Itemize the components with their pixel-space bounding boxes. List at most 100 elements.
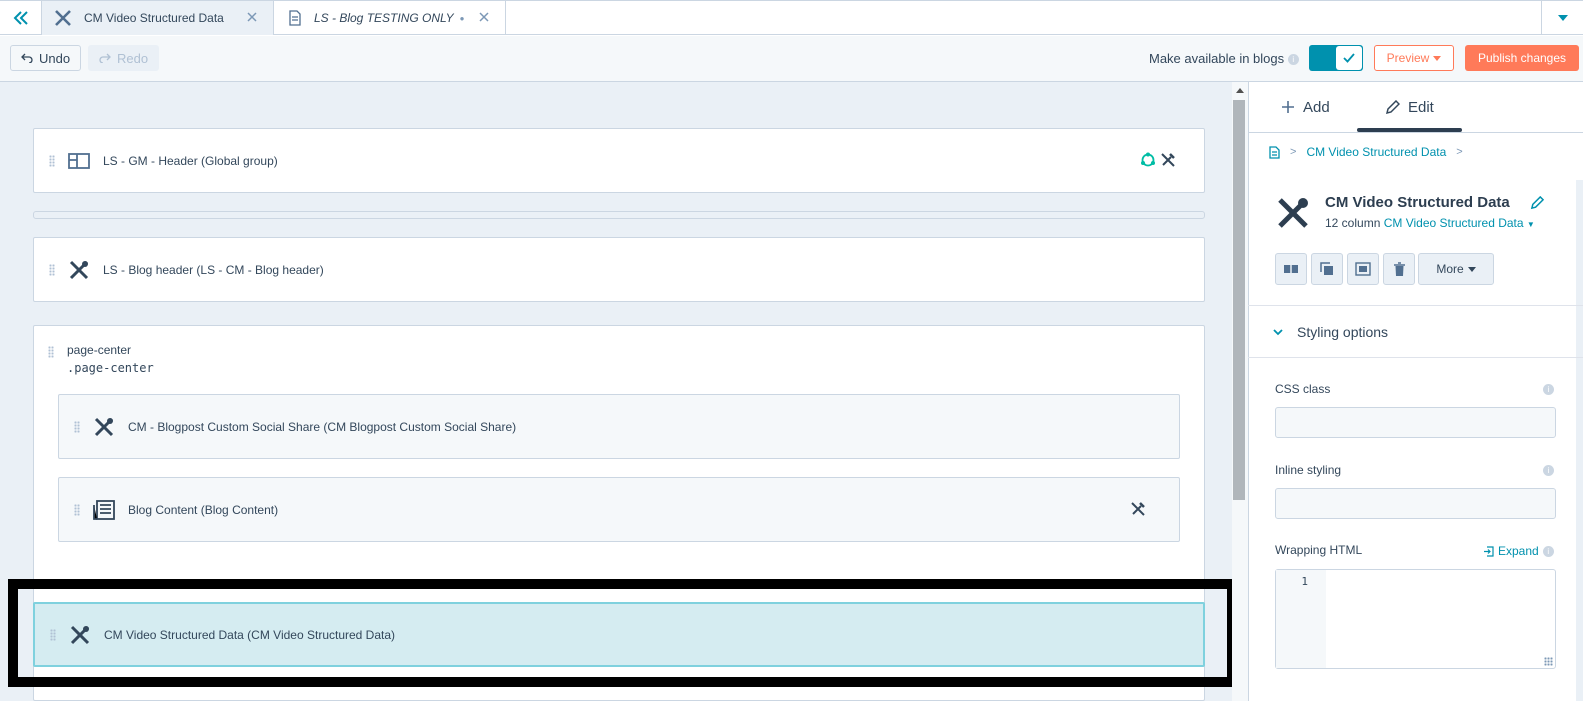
styling-options-toggle[interactable]: Styling options: [1273, 324, 1388, 340]
redo-button[interactable]: Redo: [88, 45, 160, 71]
no-edit-icon: [1161, 153, 1175, 167]
checkmark-icon: [1343, 53, 1355, 63]
breadcrumb-module-link[interactable]: CM Video Structured Data: [1306, 145, 1446, 159]
wrench-screwdriver-icon: [69, 260, 89, 279]
module-cm-blogpost-social-share[interactable]: CM - Blogpost Custom Social Share (CM Bl…: [58, 394, 1180, 459]
wrap-button[interactable]: [1347, 253, 1379, 285]
chevron-down-icon: [1467, 266, 1476, 272]
wrapping-html-label: Wrapping HTML: [1275, 543, 1363, 557]
blog-content-icon: [93, 499, 115, 520]
make-available-toggle[interactable]: [1309, 45, 1363, 71]
wrench-screwdriver-icon: [1278, 198, 1308, 228]
resize-handle-icon[interactable]: [1544, 657, 1553, 666]
unsaved-dot-icon: ●: [459, 13, 465, 23]
column-text: 12 column: [1325, 216, 1381, 230]
chevron-down-icon: [1557, 15, 1568, 21]
publish-label: Publish changes: [1477, 51, 1567, 65]
plus-icon: [1282, 101, 1294, 113]
module-blog-content[interactable]: Blog Content (Blog Content): [58, 477, 1180, 542]
more-label: More: [1436, 262, 1464, 276]
tab-menu-button[interactable]: [1541, 1, 1583, 35]
info-icon[interactable]: i: [1543, 465, 1554, 476]
undo-icon: [21, 53, 33, 63]
delete-button[interactable]: [1383, 253, 1415, 285]
drag-handle-icon[interactable]: [74, 420, 80, 433]
more-dropdown-button[interactable]: More: [1418, 253, 1494, 285]
module-ls-gm-header[interactable]: LS - GM - Header (Global group): [33, 128, 1205, 193]
wrap-icon: [1355, 262, 1371, 276]
double-chevron-left-icon: [13, 11, 28, 25]
expand-button[interactable]: Expand i: [1483, 544, 1554, 558]
tab-edit[interactable]: Edit: [1385, 82, 1434, 132]
close-icon[interactable]: [477, 10, 491, 24]
trash-icon: [1393, 261, 1405, 276]
tab-edit-label: Edit: [1408, 98, 1434, 116]
pencil-icon[interactable]: [1530, 196, 1544, 210]
document-icon[interactable]: [1269, 145, 1280, 159]
editor-toolbar: Undo Redo Make available in blogs i Prev…: [0, 36, 1583, 82]
drag-handle-icon[interactable]: [74, 503, 80, 516]
clone-button[interactable]: [1311, 253, 1343, 285]
tab-ls-blog-testing-only[interactable]: LS - Blog TESTING ONLY ●: [274, 1, 506, 35]
close-icon[interactable]: [245, 10, 259, 24]
module-title: CM Video Structured Data: [1325, 194, 1510, 211]
undo-button[interactable]: Undo: [10, 45, 82, 71]
section-divider: [1248, 357, 1583, 358]
breadcrumb-separator: >: [1290, 146, 1297, 158]
drag-handle-icon[interactable]: [48, 346, 54, 358]
tab-bar: CM Video Structured Data LS - Blog TESTI…: [0, 0, 1583, 35]
copy-icon: [1320, 262, 1333, 275]
group-name: page-center: [67, 343, 132, 357]
chevron-down-icon: [1273, 328, 1283, 335]
module-label: CM - Blogpost Custom Social Share (CM Bl…: [128, 419, 517, 434]
selection-highlight-frame: [8, 579, 1237, 687]
css-class-label: CSS class: [1275, 382, 1331, 396]
collapse-tabs-button[interactable]: [0, 1, 42, 35]
canvas-scroll-thumb[interactable]: [1233, 100, 1245, 500]
chevron-down-icon: ▼: [1526, 220, 1535, 229]
redo-icon: [99, 53, 111, 63]
empty-row[interactable]: [33, 211, 1205, 219]
toggle-knob: [1336, 46, 1362, 70]
drag-handle-icon[interactable]: [49, 263, 55, 276]
split-icon: [1284, 262, 1298, 276]
split-button[interactable]: [1275, 253, 1307, 285]
css-class-input[interactable]: [1275, 407, 1556, 438]
breadcrumb-separator: >: [1456, 146, 1463, 158]
module-type-dropdown[interactable]: CM Video Structured Data: [1384, 216, 1524, 230]
tab-label: LS - Blog TESTING ONLY: [314, 11, 454, 25]
chevron-down-icon: [1433, 55, 1442, 61]
inline-styling-input[interactable]: [1275, 488, 1556, 519]
breadcrumb: > CM Video Structured Data >: [1269, 145, 1463, 159]
module-label: Blog Content (Blog Content): [128, 502, 279, 517]
document-icon: [289, 10, 301, 26]
layout-icon: [68, 152, 90, 169]
tab-label: CM Video Structured Data: [84, 11, 224, 25]
scroll-up-arrow-icon[interactable]: [1236, 88, 1244, 93]
panel-scrollbar[interactable]: [1576, 180, 1583, 701]
wrench-screwdriver-icon: [94, 417, 114, 436]
make-available-text: Make available in blogs: [1149, 51, 1285, 66]
info-icon[interactable]: i: [1543, 384, 1554, 395]
tab-add[interactable]: Add: [1281, 82, 1330, 132]
module-ls-blog-header[interactable]: LS - Blog header (LS - CM - Blog header): [33, 237, 1205, 302]
line-number-gutter: 1: [1276, 570, 1326, 668]
drag-handle-icon[interactable]: [49, 154, 55, 167]
redo-label: Redo: [117, 50, 149, 66]
module-label: LS - GM - Header (Global group): [103, 153, 278, 168]
undo-label: Undo: [39, 50, 71, 66]
expand-icon: [1484, 545, 1494, 557]
line-number: 1: [1301, 575, 1308, 588]
panel-divider: [1248, 132, 1583, 133]
no-edit-icon: [1131, 502, 1145, 516]
inline-styling-label: Inline styling: [1275, 463, 1342, 477]
expand-label: Expand: [1498, 544, 1539, 558]
preview-label: Preview: [1386, 51, 1430, 65]
pencil-icon: [1385, 99, 1400, 114]
tab-cm-video-structured-data[interactable]: CM Video Structured Data: [42, 1, 274, 35]
preview-button[interactable]: Preview: [1374, 45, 1454, 71]
info-icon[interactable]: i: [1542, 545, 1554, 557]
module-label: LS - Blog header (LS - CM - Blog header): [103, 262, 324, 277]
info-icon[interactable]: i: [1287, 54, 1299, 66]
publish-changes-button[interactable]: Publish changes: [1465, 45, 1579, 71]
